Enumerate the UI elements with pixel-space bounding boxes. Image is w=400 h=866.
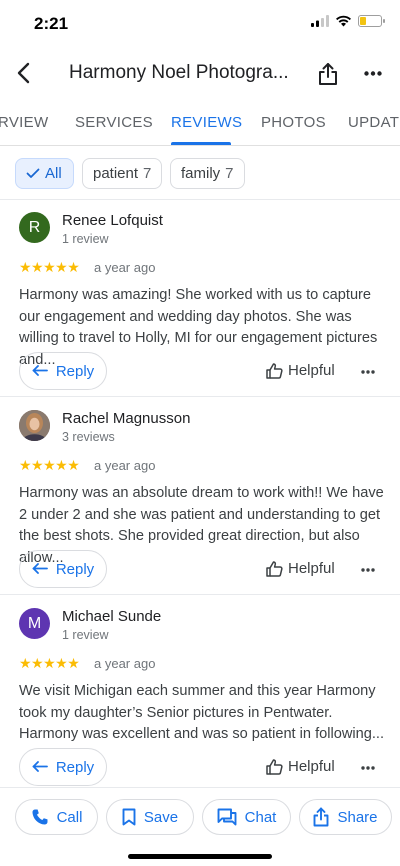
chat-label: Chat	[244, 808, 277, 826]
reviewer-name[interactable]: Rachel Magnusson	[62, 410, 190, 427]
thumbs-up-icon	[266, 362, 283, 379]
helpful-button[interactable]: Helpful	[266, 362, 335, 379]
reviewer-name[interactable]: Renee Lofquist	[62, 212, 163, 229]
profile-photo-icon	[19, 410, 50, 441]
phone-icon	[32, 809, 48, 825]
status-time: 2:21	[34, 14, 69, 33]
star-rating: ★★★★★	[19, 259, 80, 275]
divider	[0, 594, 400, 595]
reply-icon	[32, 761, 48, 772]
battery-icon	[358, 15, 385, 27]
helpful-label: Helpful	[288, 362, 335, 379]
review-more-button[interactable]	[358, 362, 378, 382]
star-rating: ★★★★★	[19, 457, 80, 473]
bottom-action-bar: Call Save Chat Share	[0, 787, 400, 866]
reply-icon	[32, 563, 48, 574]
avatar[interactable]	[19, 410, 50, 441]
page-title: Harmony Noel Photogra...	[69, 62, 289, 83]
battery-level	[360, 17, 366, 25]
avatar[interactable]: R	[19, 212, 50, 243]
back-arrow-icon	[17, 62, 30, 84]
reply-label: Reply	[55, 560, 95, 578]
filter-chips: All patient 7 family 7	[0, 158, 400, 190]
chip-all[interactable]: All	[15, 158, 74, 189]
tab-services[interactable]: SERVICES	[75, 114, 153, 131]
save-label: Save	[143, 808, 179, 826]
tab-bar: RVIEW SERVICES REVIEWS PHOTOS UPDATE	[0, 102, 400, 146]
reviewer-review-count: 1 review	[62, 628, 109, 642]
star-rating: ★★★★★	[19, 655, 80, 671]
review-date: a year ago	[94, 260, 156, 275]
tab-overview[interactable]: RVIEW	[0, 114, 48, 131]
more-options-button[interactable]	[360, 60, 386, 86]
header: Harmony Noel Photogra...	[0, 48, 400, 102]
reply-label: Reply	[55, 362, 95, 380]
tab-updates[interactable]: UPDATE	[348, 114, 400, 131]
review-date: a year ago	[94, 656, 156, 671]
bookmark-icon	[122, 808, 136, 826]
call-button[interactable]: Call	[15, 799, 98, 835]
helpful-button[interactable]: Helpful	[266, 560, 335, 577]
reply-label: Reply	[55, 758, 95, 776]
chip-label: family	[181, 165, 221, 182]
tab-reviews[interactable]: REVIEWS	[171, 114, 242, 131]
more-dots-icon	[361, 766, 375, 770]
share-icon	[319, 63, 337, 85]
divider	[0, 199, 400, 200]
chip-count: 7	[225, 165, 234, 182]
share-label: Share	[337, 808, 378, 826]
call-label: Call	[56, 808, 83, 826]
thumbs-up-icon	[266, 758, 283, 775]
helpful-label: Helpful	[288, 758, 335, 775]
reply-button[interactable]: Reply	[19, 748, 107, 786]
reply-button[interactable]: Reply	[19, 550, 107, 588]
wifi-icon	[336, 15, 351, 27]
chip-count: 7	[143, 165, 152, 182]
reviewer-name[interactable]: Michael Sunde	[62, 608, 161, 625]
more-dots-icon	[361, 370, 375, 374]
back-button[interactable]	[10, 60, 36, 86]
save-button[interactable]: Save	[106, 799, 194, 835]
review-more-button[interactable]	[358, 560, 378, 580]
review-date: a year ago	[94, 458, 156, 473]
helpful-label: Helpful	[288, 560, 335, 577]
home-indicator[interactable]	[128, 854, 272, 859]
chip-label: patient	[93, 165, 139, 182]
reply-icon	[32, 365, 48, 376]
more-dots-icon	[364, 70, 382, 76]
reviewer-review-count: 3 reviews	[62, 430, 115, 444]
chip-patient[interactable]: patient 7	[82, 158, 162, 189]
review-text[interactable]: We visit Michigan each summer and this y…	[19, 681, 389, 746]
status-icons	[311, 15, 385, 27]
chip-label: All	[45, 165, 62, 182]
signal-icon	[311, 15, 329, 27]
chat-button[interactable]: Chat	[202, 799, 291, 835]
reviewer-review-count: 1 review	[62, 232, 109, 246]
helpful-button[interactable]: Helpful	[266, 758, 335, 775]
chip-family[interactable]: family 7	[170, 158, 245, 189]
tab-photos[interactable]: PHOTOS	[261, 114, 326, 131]
more-dots-icon	[361, 568, 375, 572]
review-more-button[interactable]	[358, 758, 378, 778]
reply-button[interactable]: Reply	[19, 352, 107, 390]
share-icon	[314, 807, 329, 827]
chat-icon	[217, 808, 237, 826]
share-top-button[interactable]	[315, 60, 341, 88]
active-tab-indicator	[171, 142, 231, 145]
thumbs-up-icon	[266, 560, 283, 577]
check-icon	[26, 168, 40, 178]
divider	[0, 396, 400, 397]
status-bar: 2:21	[0, 0, 400, 48]
share-button[interactable]: Share	[299, 799, 392, 835]
avatar[interactable]: M	[19, 608, 50, 639]
